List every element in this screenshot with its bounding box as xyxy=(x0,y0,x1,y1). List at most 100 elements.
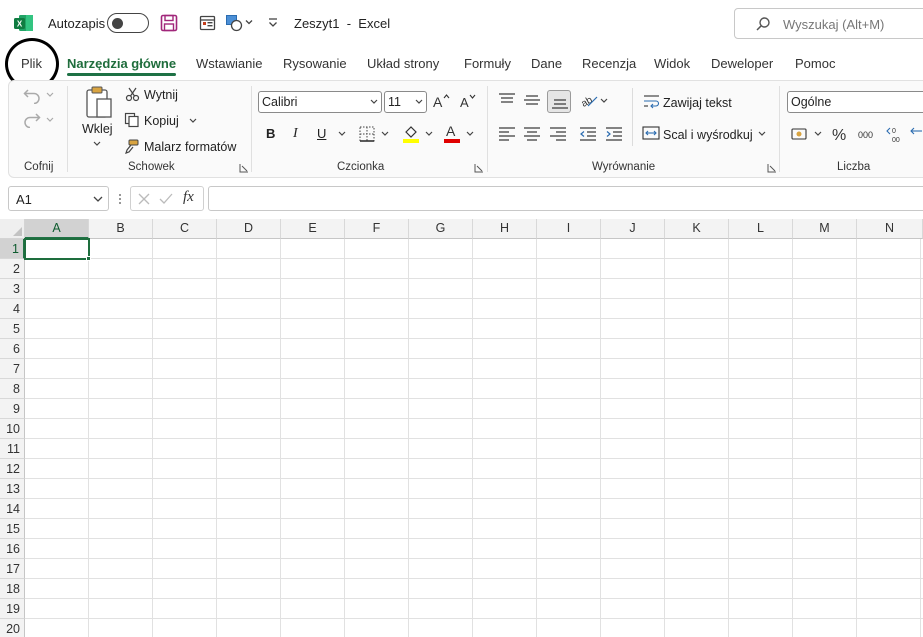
tab-review[interactable]: Recenzja xyxy=(582,56,636,71)
paste-label[interactable]: Wklej xyxy=(82,122,113,136)
paste-icon[interactable] xyxy=(84,85,114,121)
row-header[interactable]: 20 xyxy=(0,619,25,637)
row-header[interactable]: 1 xyxy=(0,239,25,259)
tab-view[interactable]: Widok xyxy=(654,56,690,71)
drag-handle-icon[interactable] xyxy=(117,192,123,206)
paste-dropdown-chevron-icon[interactable] xyxy=(93,141,101,147)
fill-handle[interactable] xyxy=(86,256,91,261)
row-header[interactable]: 18 xyxy=(0,579,25,599)
row-header[interactable]: 19 xyxy=(0,599,25,619)
row-header[interactable]: 3 xyxy=(0,279,25,299)
enter-check-icon[interactable] xyxy=(159,192,173,206)
decrease-font-size-icon[interactable]: A xyxy=(459,92,479,110)
column-header[interactable]: B xyxy=(89,219,153,239)
merge-center-icon[interactable] xyxy=(642,125,660,141)
fill-color-icon[interactable] xyxy=(402,123,420,143)
shapes-dropdown-chevron-icon[interactable] xyxy=(244,17,254,27)
tab-insert[interactable]: Wstawianie xyxy=(196,56,262,71)
column-header[interactable]: I xyxy=(537,219,601,239)
column-header[interactable]: K xyxy=(665,219,729,239)
font-launcher-icon[interactable] xyxy=(474,163,484,173)
align-right-icon[interactable] xyxy=(549,126,567,142)
shapes-icon[interactable] xyxy=(224,13,244,33)
underline-button[interactable]: U xyxy=(317,126,326,141)
font-size-select[interactable]: 11 xyxy=(384,91,427,113)
row-header[interactable]: 11 xyxy=(0,439,25,459)
autosave-toggle[interactable] xyxy=(107,13,149,33)
column-header[interactable]: M xyxy=(793,219,857,239)
number-format-select[interactable]: Ogólne xyxy=(787,91,923,113)
row-header[interactable]: 5 xyxy=(0,319,25,339)
customize-quick-access-icon[interactable] xyxy=(266,16,280,30)
alignment-launcher-icon[interactable] xyxy=(767,163,777,173)
increase-font-size-icon[interactable]: A xyxy=(432,92,452,110)
cancel-icon[interactable] xyxy=(137,192,151,206)
align-top-icon[interactable] xyxy=(498,92,516,108)
tab-data[interactable]: Dane xyxy=(531,56,562,71)
italic-button[interactable]: I xyxy=(293,126,298,142)
align-center-icon[interactable] xyxy=(523,126,541,142)
tab-home[interactable]: Narzędzia główne xyxy=(67,56,176,71)
search-box[interactable]: Wyszukaj (Alt+M) xyxy=(734,8,923,39)
font-color-icon[interactable]: A xyxy=(443,123,461,143)
wrap-text-label[interactable]: Zawijaj tekst xyxy=(663,96,732,110)
column-header[interactable]: F xyxy=(345,219,409,239)
tab-page-layout[interactable]: Układ strony xyxy=(367,56,439,71)
select-all-corner[interactable] xyxy=(0,219,25,239)
copy-icon[interactable] xyxy=(124,112,140,128)
merge-center-label[interactable]: Scal i wyśrodkuj xyxy=(663,128,753,142)
comma-style-icon[interactable]: 000 xyxy=(857,127,877,141)
font-name-select[interactable]: Calibri xyxy=(258,91,382,113)
row-header[interactable]: 6 xyxy=(0,339,25,359)
align-left-icon[interactable] xyxy=(498,126,516,142)
tab-developer[interactable]: Deweloper xyxy=(711,56,773,71)
tab-help[interactable]: Pomoc xyxy=(795,56,835,71)
row-header[interactable]: 4 xyxy=(0,299,25,319)
column-header[interactable]: N xyxy=(857,219,923,239)
row-header[interactable]: 13 xyxy=(0,479,25,499)
column-header[interactable]: L xyxy=(729,219,793,239)
align-bottom-button[interactable] xyxy=(547,90,571,113)
tab-draw[interactable]: Rysowanie xyxy=(283,56,347,71)
clipboard-launcher-icon[interactable] xyxy=(239,163,249,173)
orientation-icon[interactable]: ab xyxy=(580,91,600,109)
cut-icon[interactable] xyxy=(125,86,141,102)
wrap-text-icon[interactable] xyxy=(643,93,661,109)
bold-button[interactable]: B xyxy=(266,126,275,141)
row-header[interactable]: 10 xyxy=(0,419,25,439)
save-icon[interactable] xyxy=(159,13,179,33)
decrease-indent-icon[interactable] xyxy=(579,126,597,142)
row-header[interactable]: 9 xyxy=(0,399,25,419)
row-header[interactable]: 2 xyxy=(0,259,25,279)
row-header[interactable]: 16 xyxy=(0,539,25,559)
row-header[interactable]: 15 xyxy=(0,519,25,539)
accounting-format-icon[interactable] xyxy=(791,126,811,142)
formula-input[interactable] xyxy=(208,186,923,211)
increase-indent-icon[interactable] xyxy=(605,126,623,142)
align-middle-icon[interactable] xyxy=(523,92,541,108)
undo-dropdown-chevron-icon[interactable] xyxy=(46,92,54,98)
copy-dropdown-chevron-icon[interactable] xyxy=(189,118,197,124)
format-painter-label[interactable]: Malarz formatów xyxy=(144,140,236,154)
new-from-template-icon[interactable] xyxy=(198,13,218,33)
insert-function-button[interactable]: fx xyxy=(183,189,194,206)
column-header[interactable]: G xyxy=(409,219,473,239)
cut-label[interactable]: Wytnij xyxy=(144,88,178,102)
format-painter-icon[interactable] xyxy=(124,138,140,154)
redo-dropdown-chevron-icon[interactable] xyxy=(46,117,54,123)
column-header[interactable]: D xyxy=(217,219,281,239)
row-header[interactable]: 8 xyxy=(0,379,25,399)
decrease-decimal-icon[interactable] xyxy=(910,125,923,143)
column-header[interactable]: J xyxy=(601,219,665,239)
column-header[interactable]: A xyxy=(25,219,89,239)
percent-style-icon[interactable]: % xyxy=(831,125,851,143)
merge-dropdown-chevron-icon[interactable] xyxy=(758,131,766,137)
cells-area[interactable] xyxy=(25,239,923,637)
column-header[interactable]: H xyxy=(473,219,537,239)
increase-decimal-icon[interactable]: 0 00 xyxy=(886,125,906,143)
row-header[interactable]: 14 xyxy=(0,499,25,519)
borders-icon[interactable] xyxy=(358,125,376,143)
active-cell-a1[interactable] xyxy=(24,238,90,260)
accounting-dropdown-chevron-icon[interactable] xyxy=(814,131,822,137)
orientation-dropdown-chevron-icon[interactable] xyxy=(600,98,608,104)
